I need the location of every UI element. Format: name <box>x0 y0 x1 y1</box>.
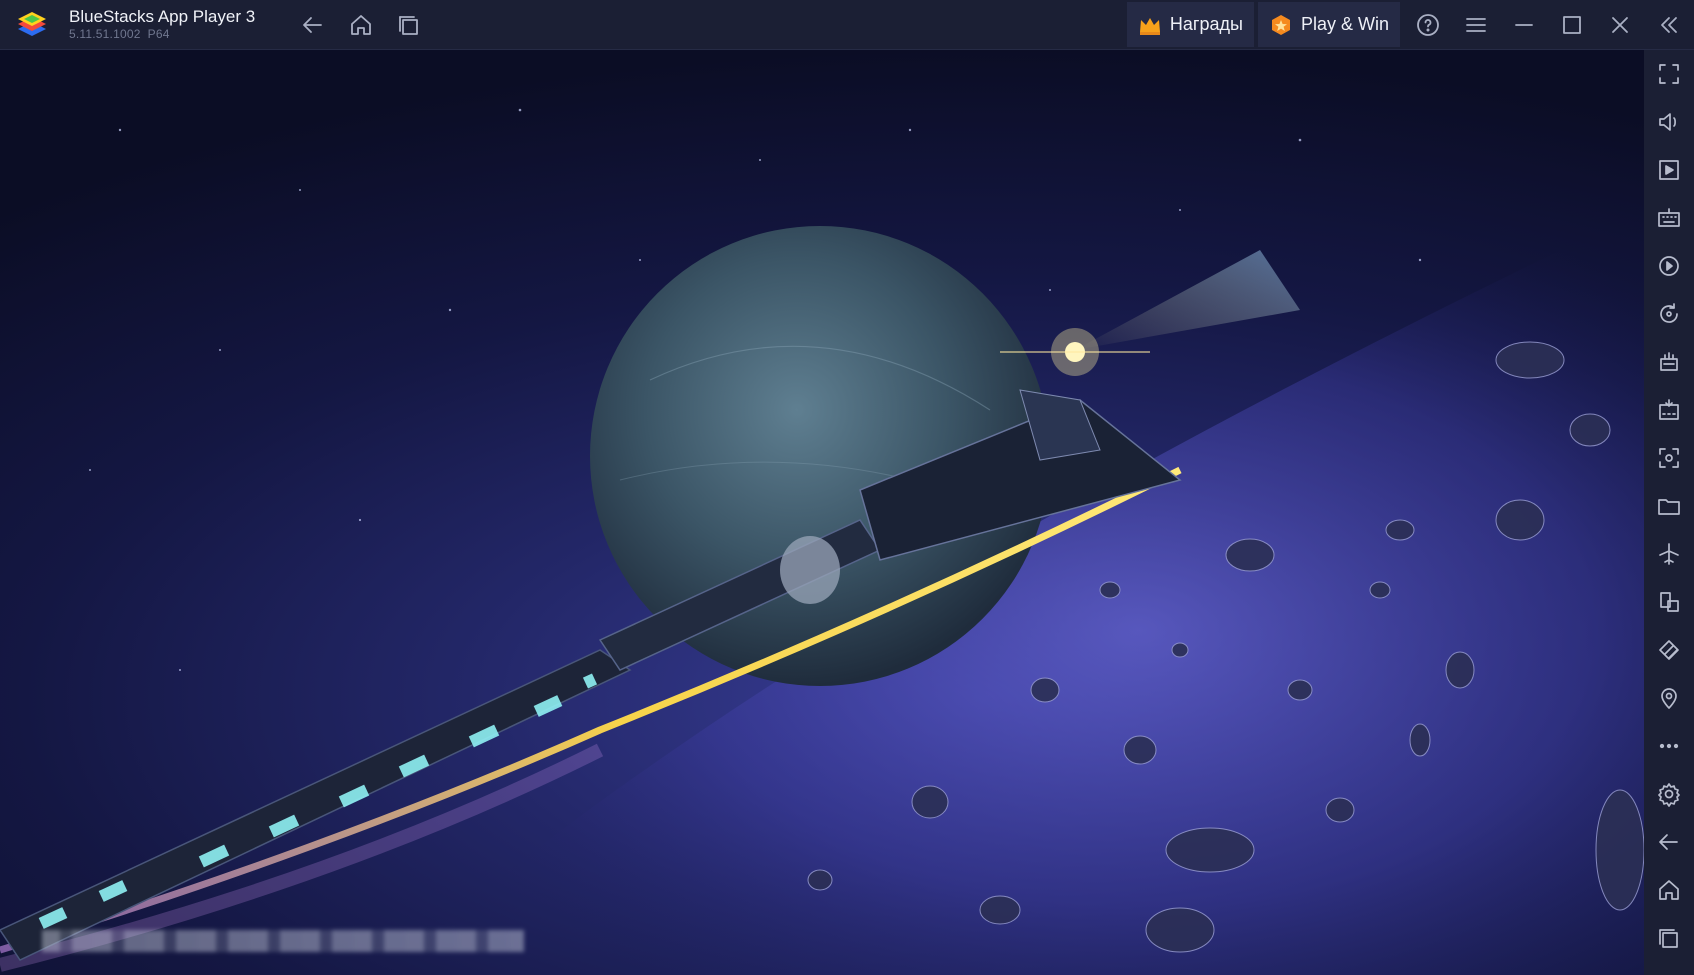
rewards-button[interactable]: Награды <box>1126 2 1254 47</box>
volume-button[interactable] <box>1644 98 1694 146</box>
fullscreen-icon <box>1659 64 1679 84</box>
airplane-mode-button[interactable] <box>1644 530 1694 578</box>
minimize-button[interactable] <box>1500 0 1548 49</box>
recent-apps-icon <box>1659 929 1678 948</box>
back-icon <box>1659 834 1678 850</box>
eco-mode-button[interactable] <box>1644 626 1694 674</box>
title-bar: BlueStacks App Player 3 5.11.51.1002 P64… <box>0 0 1694 50</box>
arrow-left-icon <box>303 16 323 33</box>
settings-button[interactable] <box>1644 770 1694 818</box>
airplane-mode-icon <box>1659 543 1679 565</box>
keyboard-icon <box>1658 208 1680 227</box>
blurred-caption <box>42 930 524 952</box>
rotate-icon <box>1660 303 1678 323</box>
right-sidebar <box>1644 50 1694 975</box>
settings-icon <box>1658 783 1680 807</box>
play-win-button[interactable]: Play & Win <box>1257 2 1400 47</box>
hamburger-menu-icon <box>1466 17 1486 32</box>
back-button[interactable] <box>289 0 337 49</box>
home-icon <box>1659 880 1679 900</box>
app-name: BlueStacks App Player 3 <box>69 7 256 26</box>
help-icon <box>1417 13 1439 36</box>
help-button[interactable] <box>1404 0 1452 49</box>
rewards-label: Награды <box>1169 14 1243 34</box>
close-button[interactable] <box>1596 0 1644 49</box>
home-icon <box>351 14 372 35</box>
macro-record-icon <box>1659 256 1679 276</box>
multi-instance-icon <box>1660 592 1679 612</box>
collapse-sidebar-button[interactable] <box>1644 0 1694 49</box>
more-button[interactable] <box>1644 722 1694 770</box>
home-button[interactable] <box>337 0 385 49</box>
location-icon <box>1661 688 1677 709</box>
multi-instance-button[interactable] <box>1644 578 1694 626</box>
media-icon <box>1659 160 1679 180</box>
screenshot-button[interactable] <box>1644 434 1694 482</box>
double-chevron-left-icon <box>1661 16 1677 33</box>
maximize-button[interactable] <box>1548 0 1596 49</box>
maximize-icon <box>1563 15 1581 34</box>
install-apk-icon <box>1659 399 1679 420</box>
android-back-button[interactable] <box>1644 818 1694 866</box>
version-number: 5.11.51.1002 <box>69 27 141 41</box>
volume-icon <box>1659 113 1676 131</box>
fullscreen-button[interactable] <box>1644 50 1694 98</box>
game-viewport[interactable] <box>0 50 1644 975</box>
screenshot-icon <box>1659 448 1679 468</box>
title-nav <box>289 0 433 49</box>
install-apk-button[interactable] <box>1644 386 1694 434</box>
eco-mode-icon <box>1659 640 1679 660</box>
arch-label: P64 <box>147 27 170 41</box>
play-win-label: Play & Win <box>1300 14 1389 34</box>
android-home-button[interactable] <box>1644 866 1694 914</box>
minimize-icon <box>1515 23 1533 26</box>
rotate-button[interactable] <box>1644 290 1694 338</box>
location-button[interactable] <box>1644 674 1694 722</box>
bluestacks-logo <box>14 7 50 43</box>
recent-apps-icon <box>399 15 419 35</box>
macro-icon <box>1660 352 1678 371</box>
macro-button[interactable] <box>1644 338 1694 386</box>
recent-apps-button[interactable] <box>385 0 433 49</box>
app-title: BlueStacks App Player 3 5.11.51.1002 P64 <box>69 7 255 42</box>
close-icon <box>1612 16 1628 33</box>
menu-button[interactable] <box>1452 0 1500 49</box>
macro-record-button[interactable] <box>1644 242 1694 290</box>
space-train-scene <box>0 108 1644 975</box>
android-recent-apps-button[interactable] <box>1644 914 1694 962</box>
crown-icon <box>1139 17 1160 35</box>
play-win-badge-icon <box>1271 14 1290 35</box>
folder-icon <box>1658 499 1680 515</box>
media-button[interactable] <box>1644 146 1694 194</box>
app-version: 5.11.51.1002 P64 <box>69 27 255 42</box>
media-folder-button[interactable] <box>1644 482 1694 530</box>
keyboard-controls-button[interactable] <box>1644 194 1694 242</box>
more-icon <box>1659 743 1679 749</box>
